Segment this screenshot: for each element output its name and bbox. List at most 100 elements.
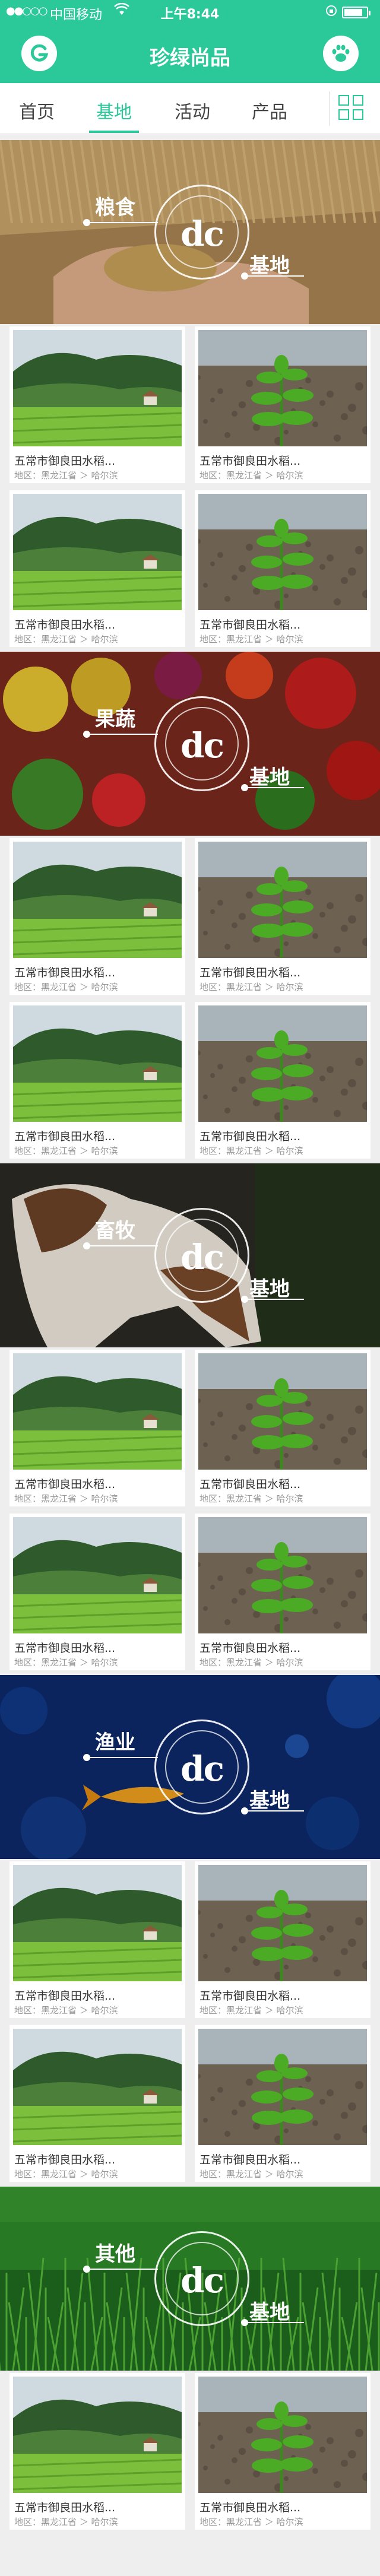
grid-view-button[interactable] — [337, 94, 367, 123]
product-card[interactable]: 五常市御良田水稻... 地区：黑龙江省 ＞ 哈尔滨 — [10, 2025, 185, 2182]
product-name: 五常市御良田水稻... — [14, 1478, 116, 1491]
product-name: 五常市御良田水稻... — [14, 966, 116, 979]
product-location: 地区：黑龙江省 ＞ 哈尔滨 — [200, 2517, 303, 2527]
category-label: 畜牧 — [95, 1219, 135, 1243]
product-location: 地区：黑龙江省 ＞ 哈尔滨 — [14, 2169, 118, 2180]
clock: 上午8:44 — [160, 7, 220, 22]
category-banner[interactable]: dc 其他基地 — [0, 2187, 380, 2371]
product-location: 地区：黑龙江省 ＞ 哈尔滨 — [14, 1657, 118, 1668]
rice-field-image — [13, 1865, 182, 1981]
category-label: 渔业 — [95, 1731, 135, 1755]
rice-field-image — [13, 494, 182, 610]
product-card[interactable]: 五常市御良田水稻... 地区：黑龙江省 ＞ 哈尔滨 — [195, 1861, 370, 2018]
product-card[interactable]: 五常市御良田水稻... 地区：黑龙江省 ＞ 哈尔滨 — [195, 490, 370, 647]
product-name: 五常市御良田水稻... — [200, 455, 301, 468]
product-card[interactable]: 五常市御良田水稻... 地区：黑龙江省 ＞ 哈尔滨 — [195, 1514, 370, 1670]
rice-field-image — [13, 1353, 182, 1470]
base-label: 基地 — [249, 1789, 290, 1813]
category-banner[interactable]: dc 畜牧 基地 — [0, 1163, 380, 1347]
seedling-image — [198, 2029, 367, 2145]
active-tab-indicator — [89, 131, 139, 133]
product-name: 五常市御良田水稻... — [14, 1990, 116, 2003]
product-card[interactable]: 五常市御良田水稻... 地区：黑龙江省 ＞ 哈尔滨 — [195, 326, 370, 483]
product-location: 地区：黑龙江省 ＞ 哈尔滨 — [14, 1493, 118, 1504]
product-location: 地区：黑龙江省 ＞ 哈尔滨 — [200, 1493, 303, 1504]
product-location: 地区：黑龙江省 ＞ 哈尔滨 — [14, 634, 118, 645]
product-location: 地区：黑龙江省 ＞ 哈尔滨 — [14, 982, 118, 992]
product-name: 五常市御良田水稻... — [200, 1642, 301, 1655]
product-card[interactable]: 五常市御良田水稻... 地区：黑龙江省 ＞ 哈尔滨 — [195, 838, 370, 995]
rice-field-image — [13, 1005, 182, 1122]
app-header: 珍绿尚品 — [0, 24, 380, 83]
product-card[interactable]: 五常市御良田水稻... 地区：黑龙江省 ＞ 哈尔滨 — [10, 2373, 185, 2530]
product-name: 五常市御良田水稻... — [200, 2153, 301, 2166]
brand-logo: dc — [180, 2260, 224, 2301]
product-card[interactable]: 五常市御良田水稻... 地区：黑龙江省 ＞ 哈尔滨 — [10, 1861, 185, 2018]
category-label: 果蔬 — [95, 708, 135, 731]
tab-activity[interactable]: 活动 — [163, 97, 222, 123]
product-name: 五常市御良田水稻... — [14, 1130, 116, 1143]
page: ●●○○○ 中国移动 上午8:44 珍绿尚品 首页 基地 活动 产品 dc 粮食… — [0, 0, 380, 2576]
connector-line — [87, 1245, 158, 1246]
base-label: 基地 — [249, 254, 290, 278]
rice-field-image — [13, 330, 182, 446]
product-card[interactable]: 五常市御良田水稻... 地区：黑龙江省 ＞ 哈尔滨 — [10, 326, 185, 483]
seedling-image — [198, 494, 367, 610]
product-card[interactable]: 五常市御良田水稻... 地区：黑龙江省 ＞ 哈尔滨 — [10, 1350, 185, 1506]
product-card[interactable]: 五常市御良田水稻... 地区：黑龙江省 ＞ 哈尔滨 — [195, 1350, 370, 1506]
brand-logo: dc — [180, 725, 224, 766]
tab-bar: 首页 基地 活动 产品 — [0, 83, 380, 134]
battery-icon — [342, 7, 370, 18]
paw-icon — [332, 45, 350, 62]
connector-line — [87, 2269, 158, 2270]
tab-base[interactable]: 基地 — [84, 97, 144, 123]
product-name: 五常市御良田水稻... — [200, 1990, 301, 2003]
product-location: 地区：黑龙江省 ＞ 哈尔滨 — [200, 634, 303, 645]
connector-line — [87, 1757, 158, 1758]
product-name: 五常市御良田水稻... — [14, 2153, 116, 2166]
product-card[interactable]: 五常市御良田水稻... 地区：黑龙江省 ＞ 哈尔滨 — [10, 490, 185, 647]
tab-home[interactable]: 首页 — [7, 97, 66, 123]
category-label: 粮食 — [95, 196, 135, 220]
rice-field-image — [13, 2377, 182, 2493]
product-name: 五常市御良田水稻... — [200, 1130, 301, 1143]
product-location: 地区：黑龙江省 ＞ 哈尔滨 — [14, 470, 118, 481]
base-label: 基地 — [249, 2301, 290, 2324]
product-card[interactable]: 五常市御良田水稻... 地区：黑龙江省 ＞ 哈尔滨 — [10, 1514, 185, 1670]
seedling-image — [198, 1005, 367, 1122]
product-name: 五常市御良田水稻... — [14, 618, 116, 632]
product-card[interactable]: 五常市御良田水稻... 地区：黑龙江省 ＞ 哈尔滨 — [195, 2373, 370, 2530]
product-location: 地区：黑龙江省 ＞ 哈尔滨 — [200, 2005, 303, 2016]
product-location: 地区：黑龙江省 ＞ 哈尔滨 — [200, 470, 303, 481]
product-card[interactable]: 五常市御良田水稻... 地区：黑龙江省 ＞ 哈尔滨 — [10, 838, 185, 995]
seedling-image — [198, 842, 367, 958]
seedling-image — [198, 2377, 367, 2493]
orientation-lock-icon — [325, 5, 337, 20]
product-name: 五常市御良田水稻... — [200, 2501, 301, 2514]
product-card[interactable]: 五常市御良田水稻... 地区：黑龙江省 ＞ 哈尔滨 — [195, 1002, 370, 1159]
base-label: 基地 — [249, 766, 290, 789]
category-banner[interactable]: dc 粮食 基地 — [0, 140, 380, 324]
product-card[interactable]: 五常市御良田水稻... 地区：黑龙江省 ＞ 哈尔滨 — [10, 1002, 185, 1159]
product-name: 五常市御良田水稻... — [200, 966, 301, 979]
product-name: 五常市御良田水稻... — [14, 1642, 116, 1655]
base-label: 基地 — [249, 1277, 290, 1301]
status-bar: ●●○○○ 中国移动 上午8:44 — [0, 0, 380, 24]
product-card[interactable]: 五常市御良田水稻... 地区：黑龙江省 ＞ 哈尔滨 — [195, 2025, 370, 2182]
product-name: 五常市御良田水稻... — [14, 2501, 116, 2514]
category-banner[interactable]: dc 渔业基地 — [0, 1675, 380, 1859]
category-label: 其他 — [95, 2242, 135, 2266]
brand-logo: dc — [180, 1749, 224, 1789]
product-location: 地区：黑龙江省 ＞ 哈尔滨 — [200, 1657, 303, 1668]
tab-products[interactable]: 产品 — [240, 97, 299, 123]
paw-button[interactable] — [323, 36, 359, 71]
product-location: 地区：黑龙江省 ＞ 哈尔滨 — [14, 2005, 118, 2016]
product-location: 地区：黑龙江省 ＞ 哈尔滨 — [200, 2169, 303, 2180]
rice-field-image — [13, 842, 182, 958]
rice-field-image — [13, 1517, 182, 1633]
product-location: 地区：黑龙江省 ＞ 哈尔滨 — [14, 1146, 118, 1156]
seedling-image — [198, 1353, 367, 1470]
category-banner[interactable]: dc 果蔬基地 — [0, 652, 380, 836]
seedling-image — [198, 1865, 367, 1981]
connector-line — [87, 222, 158, 223]
